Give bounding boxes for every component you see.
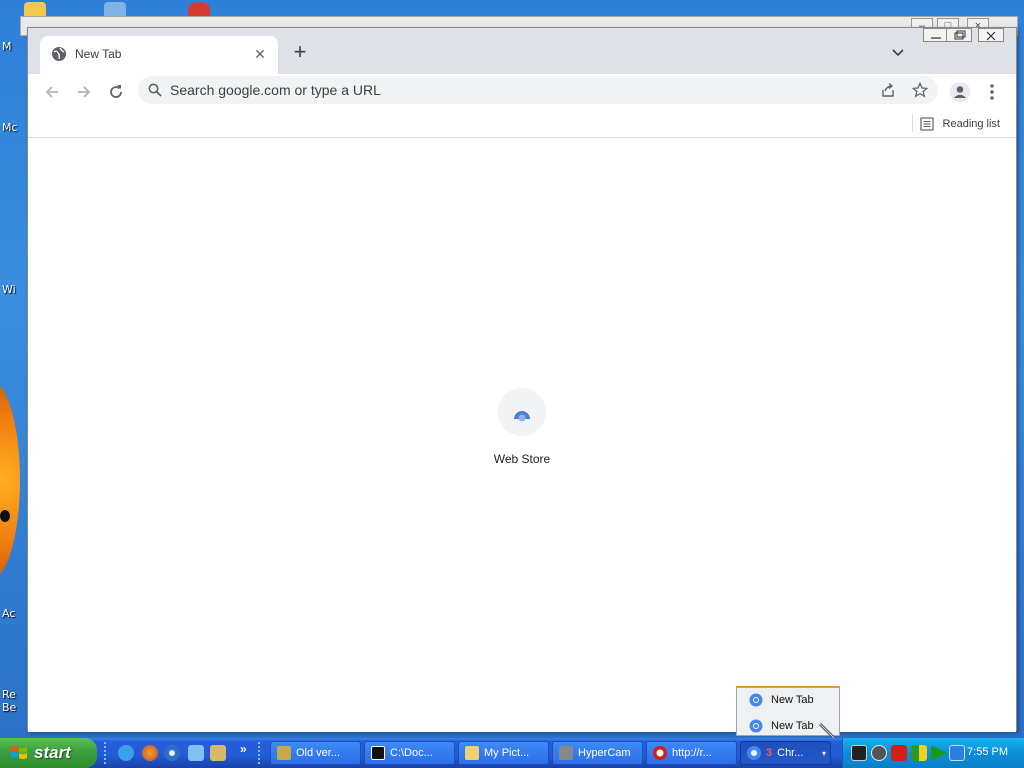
new-tab-page: Web Store	[28, 138, 1016, 732]
tab-title: New Tab	[75, 47, 122, 61]
play-icon[interactable]	[931, 745, 947, 761]
forward-button[interactable]	[70, 78, 98, 106]
desktop-icon-label[interactable]: M	[2, 40, 12, 53]
taskbar-button-label: C:\Doc...	[390, 747, 433, 759]
star-icon[interactable]	[912, 82, 928, 98]
opera-icon	[653, 746, 667, 760]
reading-list-label: Reading list	[942, 118, 1000, 130]
desktop-icon-label[interactable]: Wi	[2, 283, 16, 296]
app-icon	[277, 746, 291, 760]
7zip-icon	[371, 746, 385, 760]
internet-explorer-icon[interactable]	[118, 745, 134, 761]
taskbar-button-opera[interactable]: http://r...	[646, 741, 737, 765]
winamp-icon[interactable]	[210, 745, 226, 761]
url-input[interactable]	[170, 76, 860, 104]
menu-button[interactable]	[978, 78, 1006, 106]
start-label: start	[34, 743, 71, 762]
chrome-icon	[749, 693, 763, 707]
desktop-icon-label[interactable]: Be	[2, 701, 16, 714]
reading-list-icon	[919, 117, 934, 131]
kebab-menu-icon	[990, 84, 994, 100]
group-count-badge: 3	[766, 747, 773, 759]
wallpaper-fish-eye	[0, 510, 10, 522]
taskbar-button-label: Old ver...	[296, 747, 341, 759]
taskbar-button-label: My Pict...	[484, 747, 530, 759]
share-icon[interactable]	[880, 82, 896, 98]
chevron-down-icon: ▾	[821, 748, 826, 758]
taskbar-button-old-version[interactable]: Old ver...	[270, 741, 361, 765]
reading-list-button[interactable]: Reading list	[919, 113, 1000, 135]
desktop-icon-label[interactable]: Ac	[2, 607, 15, 620]
taskbar-button-hypercam[interactable]: HyperCam	[552, 741, 643, 765]
arrow-right-icon	[78, 86, 91, 98]
taskbar-button-7zip[interactable]: C:\Doc...	[364, 741, 455, 765]
tab-new-tab[interactable]: New Tab ✕	[40, 36, 278, 74]
toolbar-grip[interactable]	[104, 742, 108, 764]
popup-item-new-tab[interactable]: New Tab	[737, 688, 839, 712]
close-button[interactable]	[978, 28, 1004, 42]
back-button[interactable]	[38, 78, 66, 106]
taskbar-button-label: Chr...	[777, 747, 804, 759]
new-tab-button[interactable]: +	[288, 41, 312, 65]
shortcut-label: Web Store	[493, 452, 551, 466]
tab-close-icon[interactable]: ✕	[252, 46, 268, 62]
antivirus-icon[interactable]	[891, 745, 907, 761]
globe-icon	[52, 47, 66, 61]
desktop-icon-partial[interactable]	[24, 2, 46, 16]
taskbar-button-label: HyperCam	[578, 747, 631, 759]
shortcut-web-store[interactable]: Web Store	[476, 388, 568, 478]
restore-button[interactable]	[946, 28, 972, 42]
divider	[912, 114, 913, 132]
firefox-icon[interactable]	[142, 745, 158, 761]
tab-strip: New Tab ✕ +	[28, 28, 1016, 74]
reload-button[interactable]	[102, 78, 130, 106]
chrome-icon	[747, 746, 761, 760]
desktop-icon-label[interactable]: Re	[2, 688, 16, 701]
clock[interactable]: 7:55 PM	[967, 746, 1008, 758]
taskbar-button-my-pictures[interactable]: My Pict...	[458, 741, 549, 765]
tray-app-icon[interactable]	[911, 745, 927, 761]
taskbar: start » Old ver... C:\Doc... My Pict... …	[0, 738, 1024, 768]
chrome-icon	[749, 719, 763, 733]
browser-window: New Tab ✕ + Search google.com or type a …	[27, 27, 1017, 732]
browser-toolbar	[28, 74, 1016, 110]
taskbar-button-label: http://r...	[672, 747, 712, 759]
popup-item-label: New Tab	[771, 694, 814, 706]
quick-launch-more-button[interactable]: »	[240, 742, 247, 756]
desktop-icon-label[interactable]: Mc	[2, 121, 18, 134]
media-player-icon[interactable]	[164, 745, 180, 761]
network-icon[interactable]	[949, 745, 965, 761]
arrow-left-icon	[45, 86, 58, 98]
wallpaper-fish	[0, 380, 20, 580]
minimize-icon	[931, 37, 941, 39]
reload-icon	[110, 85, 122, 98]
popup-item-label: New Tab	[771, 720, 814, 732]
start-button[interactable]: start	[0, 738, 97, 768]
hypercam-icon	[559, 746, 573, 760]
web-store-icon	[498, 388, 546, 436]
search-icon	[148, 83, 162, 97]
taskbar-button-chrome-group[interactable]: 3 Chr... ▾	[740, 741, 831, 765]
bookmarks-bar: Reading list	[28, 110, 1016, 138]
close-icon	[986, 31, 996, 41]
toolbar-grip[interactable]	[258, 742, 262, 764]
system-tray: 7:55 PM	[842, 738, 1024, 768]
omnibox[interactable]	[138, 76, 938, 104]
windows-logo-icon	[11, 746, 27, 759]
avatar-icon	[950, 82, 970, 102]
keyboard-icon[interactable]	[851, 745, 867, 761]
back-arrow-icon[interactable]	[871, 745, 887, 761]
desktop-icon-partial[interactable]	[104, 2, 126, 16]
folder-icon	[465, 746, 479, 760]
restore-icon	[954, 30, 966, 40]
itunes-icon[interactable]	[188, 745, 204, 761]
profile-button[interactable]	[946, 78, 974, 106]
chevron-down-icon[interactable]	[888, 43, 908, 63]
desktop-icon-partial[interactable]	[188, 2, 210, 16]
